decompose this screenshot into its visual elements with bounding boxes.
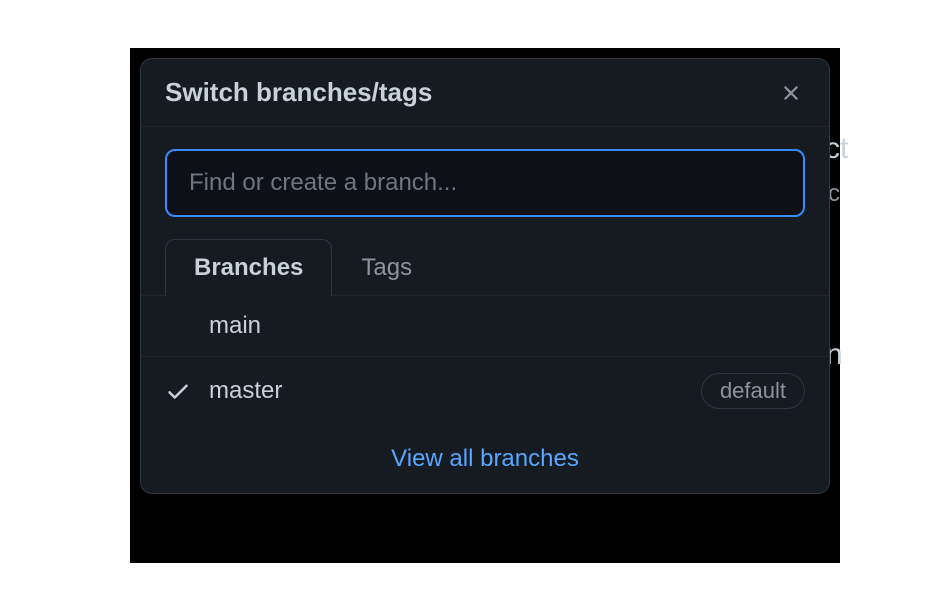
branch-item-master[interactable]: master default [141, 357, 829, 425]
popover-title: Switch branches/tags [165, 77, 432, 108]
branch-selector-popover: Switch branches/tags Branches Tags main … [140, 58, 830, 494]
branch-name: master [209, 377, 701, 405]
branch-list: main master default [141, 296, 829, 425]
check-icon [165, 378, 191, 404]
close-icon [779, 81, 803, 105]
tab-branches[interactable]: Branches [165, 239, 332, 296]
view-all-branches-link[interactable]: View all branches [391, 445, 579, 472]
default-badge: default [701, 373, 805, 409]
popover-header: Switch branches/tags [141, 59, 829, 127]
branch-search-input[interactable] [165, 149, 805, 217]
branch-name: main [209, 312, 805, 340]
search-container [141, 127, 829, 239]
tabs: Branches Tags [141, 239, 829, 296]
branch-item-main[interactable]: main [141, 296, 829, 357]
check-slot [165, 378, 209, 404]
close-button[interactable] [777, 79, 805, 107]
popover-footer: View all branches [141, 425, 829, 493]
tab-tags[interactable]: Tags [332, 239, 441, 296]
